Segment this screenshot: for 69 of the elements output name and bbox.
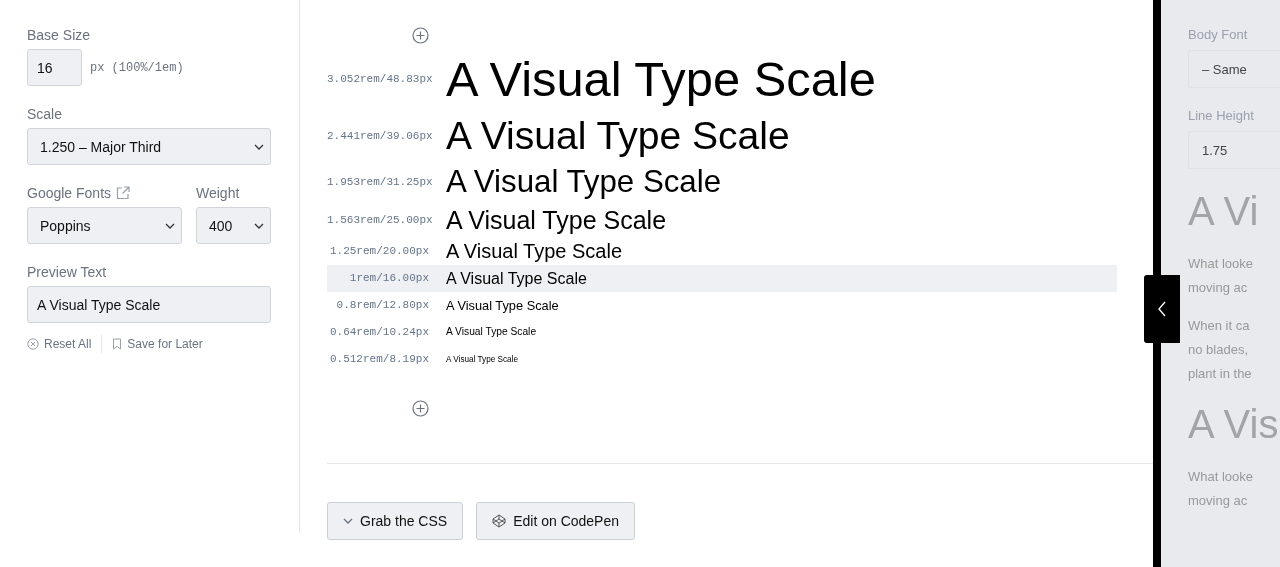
field-label: Google Fonts (27, 185, 112, 201)
size-label: 1rem/16.00px (348, 272, 430, 285)
weight-select[interactable]: 400 (196, 207, 271, 244)
field-label: Preview Text (27, 264, 108, 280)
plus-circle-icon (412, 399, 429, 417)
size-label: 0.8rem/12.80px (335, 299, 430, 312)
close-circle-icon (27, 338, 39, 350)
preview-paragraph-line: moving ac (1188, 492, 1249, 510)
unit-text: px (100%/1em) (90, 60, 184, 75)
save-button[interactable]: Save for Later (112, 337, 203, 351)
scale-row[interactable]: 3.052rem/48.83px A Visual Type Scale (327, 48, 1117, 111)
chevron-down-icon (165, 222, 175, 229)
size-label: 2.441rem/39.06px (327, 130, 434, 143)
preview-text: A Visual Type Scale (446, 325, 537, 340)
scale-row[interactable]: 1.25rem/20.00px A Visual Type Scale (327, 236, 1117, 265)
preview-heading: A Vis (1188, 402, 1280, 447)
field-label: Scale (27, 106, 64, 122)
scale-row[interactable]: 1rem/16.00px A Visual Type Scale (327, 264, 1117, 292)
preview-heading: A Vi (1188, 189, 1260, 234)
bookmark-icon (112, 338, 123, 350)
field-label: Base Size (27, 27, 92, 43)
size-label: 3.052rem/48.83px (327, 73, 434, 86)
body-font-select[interactable]: – Same (1188, 50, 1280, 88)
preview-paragraph-line: no blades, (1188, 341, 1249, 359)
chevron-down-icon (254, 222, 264, 229)
preview-paragraph-line: What looke (1188, 468, 1255, 486)
cube-icon (492, 513, 507, 528)
field-label: Body Font (1188, 27, 1249, 42)
preview-text: A Visual Type Scale (446, 296, 559, 315)
scale-row[interactable]: 1.563rem/25.00px A Visual Type Scale (327, 202, 1117, 237)
size-label: 0.64rem/10.24px (328, 326, 430, 339)
preview-text: A Visual Type Scale (446, 163, 722, 202)
scale-row[interactable]: 0.512rem/8.19px A Visual Type Scale (327, 345, 1117, 373)
panel-toggle-button[interactable] (1144, 275, 1180, 343)
line-height-field[interactable]: 1.75 (1188, 131, 1280, 169)
field-label: Weight (196, 185, 241, 201)
size-label: 0.512rem/8.19px (328, 353, 430, 366)
size-label: 1.953rem/31.25px (327, 176, 434, 189)
scale-row[interactable]: 0.8rem/12.80px A Visual Type Scale (327, 291, 1117, 319)
preview-paragraph-line: moving ac (1188, 279, 1249, 297)
preview-text: A Visual Type Scale (446, 238, 623, 264)
chevron-down-icon (254, 143, 264, 150)
chevron-down-icon (343, 517, 353, 524)
preview-text: A Visual Type Scale (446, 353, 518, 366)
codepen-button[interactable]: Edit on CodePen (476, 501, 635, 540)
scale-row[interactable]: 1.953rem/31.25px A Visual Type Scale (327, 161, 1117, 203)
preview-text: A Visual Type Scale (446, 204, 667, 236)
scale-row[interactable]: 2.441rem/39.06px A Visual Type Scale (327, 110, 1117, 162)
external-link-icon (116, 186, 131, 200)
field-label: Line Height (1188, 108, 1255, 123)
preview-text: A Visual Type Scale (446, 112, 790, 159)
add-step-button[interactable] (412, 399, 429, 417)
preview-text-field[interactable]: A Visual Type Scale (27, 286, 271, 323)
add-step-button[interactable] (412, 27, 429, 44)
size-label: 1.25rem/20.00px (328, 244, 430, 257)
font-select[interactable]: Poppins (27, 207, 182, 244)
chevron-left-icon (1158, 301, 1166, 317)
grab-css-button[interactable]: Grab the CSS (327, 501, 464, 540)
scale-select[interactable]: 1.250 – Major Third (27, 128, 271, 165)
preview-paragraph-line: What looke (1188, 255, 1255, 273)
reset-button[interactable]: Reset All (27, 337, 92, 351)
base-size-field[interactable]: 16 (27, 49, 82, 86)
preview-paragraph-line: plant in the (1188, 365, 1253, 383)
scale-row[interactable]: 0.64rem/10.24px A Visual Type Scale (327, 318, 1117, 346)
preview-paragraph-line: When it ca (1188, 317, 1251, 335)
preview-text: A Visual Type Scale (446, 268, 587, 289)
size-label: 1.563rem/25.00px (327, 213, 434, 226)
preview-text: A Visual Type Scale (446, 51, 876, 108)
plus-circle-icon (412, 27, 429, 44)
